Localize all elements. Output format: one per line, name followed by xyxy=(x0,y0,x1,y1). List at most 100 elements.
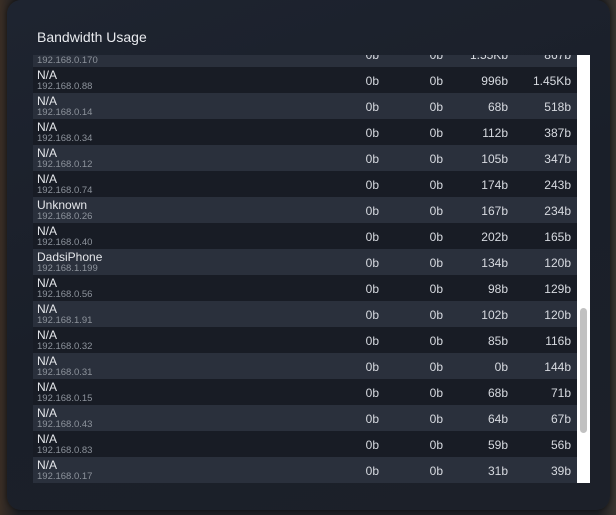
table-row[interactable]: N/A 192.168.0.43 0b 0b 64b 67b xyxy=(33,405,577,431)
device-ip: 192.168.0.31 xyxy=(37,367,93,378)
device-ip: 192.168.0.88 xyxy=(37,81,93,92)
col2-value: 0b xyxy=(429,152,443,166)
col3-value: 174b xyxy=(481,178,508,192)
col2-value: 0b xyxy=(429,230,443,244)
col2-value: 0b xyxy=(429,386,443,400)
table-row[interactable]: N/A 192.168.0.56 0b 0b 98b 129b xyxy=(33,275,577,301)
device-ip: 192.168.0.14 xyxy=(37,107,93,118)
col3-value: 85b xyxy=(487,334,508,348)
device-ip: 192.168.0.32 xyxy=(37,341,93,352)
col4-value: 116b xyxy=(545,334,571,348)
table-row[interactable]: N/A 192.168.0.31 0b 0b 0b 144b xyxy=(33,353,577,379)
col4-value: 347b xyxy=(544,152,571,166)
device-ip: 192.168.0.40 xyxy=(37,237,93,248)
col1-value: 0b xyxy=(365,464,379,478)
col3-value: 996b xyxy=(481,74,508,88)
col3-value: 68b xyxy=(487,100,508,114)
col2-value: 0b xyxy=(429,100,443,114)
table-row[interactable]: N/A 192.168.0.74 0b 0b 174b 243b xyxy=(33,171,577,197)
col3-value: 68b xyxy=(487,386,508,400)
col4-value: 67b xyxy=(550,412,571,426)
scrollbar[interactable] xyxy=(577,55,590,483)
col4-value: 1.45Kb xyxy=(532,74,571,88)
col1-value: 0b xyxy=(365,55,379,62)
col2-value: 0b xyxy=(429,126,443,140)
col1-value: 0b xyxy=(365,334,379,348)
device-ip: 192.168.0.170 xyxy=(37,55,98,66)
device-ip: 192.168.1.91 xyxy=(37,315,93,326)
table-row[interactable]: N/A 192.168.0.17 0b 0b 31b 39b xyxy=(33,457,577,483)
col2-value: 0b xyxy=(429,464,443,478)
col3-value: 167b xyxy=(481,204,508,218)
col3-value: 105b xyxy=(481,152,508,166)
col4-value: 120b xyxy=(544,256,571,270)
col3-value: 134b xyxy=(481,256,508,270)
col3-value: 102b xyxy=(481,308,508,322)
col2-value: 0b xyxy=(429,412,443,426)
table-row[interactable]: N/A 192.168.0.88 0b 0b 996b 1.45Kb xyxy=(33,67,577,93)
col4-value: 243b xyxy=(544,178,571,192)
col3-value: 0b xyxy=(494,360,508,374)
table-rows: 192.168.0.170 0b 0b 1.55Kb 867b N/A 192.168.0.… xyxy=(33,55,577,483)
device-ip: 192.168.0.43 xyxy=(37,419,93,430)
col1-value: 0b xyxy=(365,438,379,452)
col4-value: 387b xyxy=(544,126,571,140)
table-row[interactable]: N/A 192.168.0.12 0b 0b 105b 347b xyxy=(33,145,577,171)
table-row[interactable]: N/A 192.168.0.14 0b 0b 68b 518b xyxy=(33,93,577,119)
col4-value: 56b xyxy=(550,438,571,452)
table-row[interactable]: N/A 192.168.0.40 0b 0b 202b 165b xyxy=(33,223,577,249)
scrollbar-thumb[interactable] xyxy=(580,308,587,433)
col3-value: 202b xyxy=(481,230,508,244)
table-row[interactable]: N/A 192.168.0.15 0b 0b 68b 71b xyxy=(33,379,577,405)
col3-value: 64b xyxy=(487,412,508,426)
table-row[interactable]: 192.168.0.170 0b 0b 1.55Kb 867b xyxy=(33,55,577,67)
col2-value: 0b xyxy=(429,256,443,270)
device-ip: 192.168.0.17 xyxy=(37,471,93,482)
col3-value: 59b xyxy=(487,438,508,452)
col2-value: 0b xyxy=(429,438,443,452)
col1-value: 0b xyxy=(365,282,379,296)
col4-value: 71b xyxy=(550,386,571,400)
col2-value: 0b xyxy=(429,178,443,192)
col1-value: 0b xyxy=(365,100,379,114)
col2-value: 0b xyxy=(429,334,443,348)
col1-value: 0b xyxy=(365,386,379,400)
col3-value: 98b xyxy=(487,282,508,296)
table-row[interactable]: N/A 192.168.0.32 0b 0b 85b 116b xyxy=(33,327,577,353)
col2-value: 0b xyxy=(429,308,443,322)
table-row[interactable]: N/A 192.168.1.91 0b 0b 102b 120b xyxy=(33,301,577,327)
col1-value: 0b xyxy=(365,230,379,244)
table-row[interactable]: N/A 192.168.0.34 0b 0b 112b 387b xyxy=(33,119,577,145)
table-row[interactable]: N/A 192.168.0.83 0b 0b 59b 56b xyxy=(33,431,577,457)
col1-value: 0b xyxy=(365,412,379,426)
col1-value: 0b xyxy=(365,74,379,88)
col2-value: 0b xyxy=(429,204,443,218)
col4-value: 165b xyxy=(544,230,571,244)
col2-value: 0b xyxy=(429,282,443,296)
col4-value: 129b xyxy=(544,282,571,296)
col1-value: 0b xyxy=(365,360,379,374)
table-row[interactable]: DadsiPhone 192.168.1.199 0b 0b 134b 120b xyxy=(33,249,577,275)
table-row[interactable]: Unknown 192.168.0.26 0b 0b 167b 234b xyxy=(33,197,577,223)
col1-value: 0b xyxy=(365,308,379,322)
device-ip: 192.168.0.15 xyxy=(37,393,93,404)
col1-value: 0b xyxy=(365,178,379,192)
col4-value: 39b xyxy=(550,464,571,478)
col4-value: 518b xyxy=(544,100,571,114)
col2-value: 0b xyxy=(429,360,443,374)
col3-value: 31b xyxy=(487,464,508,478)
col3-value: 112b xyxy=(482,126,508,140)
device-ip: 192.168.0.83 xyxy=(37,445,93,456)
col4-value: 120b xyxy=(544,308,571,322)
col2-value: 0b xyxy=(429,55,443,62)
device-ip: 192.168.0.12 xyxy=(37,159,93,170)
device-ip: 192.168.0.26 xyxy=(37,211,93,222)
col4-value: 144b xyxy=(544,360,571,374)
device-ip: 192.168.0.56 xyxy=(37,289,93,300)
col1-value: 0b xyxy=(365,204,379,218)
bandwidth-table[interactable]: 192.168.0.170 0b 0b 1.55Kb 867b N/A 192.168.0.… xyxy=(33,55,577,483)
device-ip: 192.168.1.199 xyxy=(37,263,98,274)
device-ip: 192.168.0.34 xyxy=(37,133,93,144)
col1-value: 0b xyxy=(365,152,379,166)
col1-value: 0b xyxy=(365,256,379,270)
